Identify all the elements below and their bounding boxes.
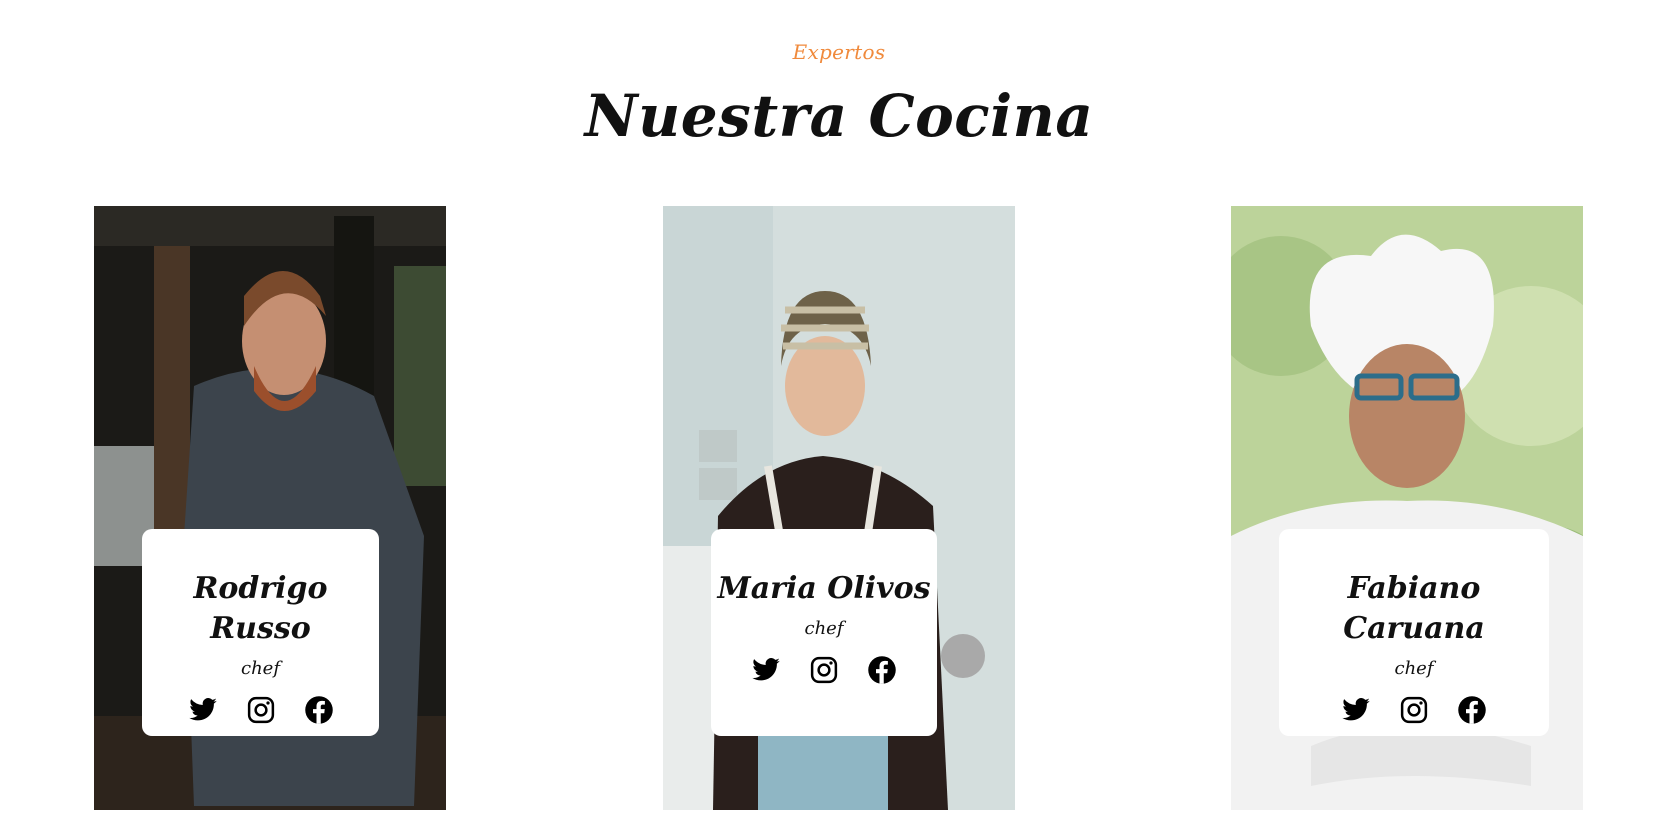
facebook-icon[interactable]	[867, 655, 897, 685]
instagram-icon[interactable]	[809, 655, 839, 685]
section-eyebrow: Expertos	[792, 40, 886, 64]
facebook-icon[interactable]	[1457, 695, 1487, 725]
chef-name: Fabiano Caruana	[1343, 571, 1485, 646]
chef-name: Rodrigo Russo	[193, 571, 328, 646]
chef-info-card: Rodrigo Russo chef	[142, 529, 379, 736]
instagram-icon[interactable]	[1399, 695, 1429, 725]
facebook-icon[interactable]	[304, 695, 334, 725]
chef-info-card: Maria Olivos chef	[711, 529, 937, 736]
chef-card-maria-olivos: Maria Olivos chef	[663, 206, 1015, 810]
chef-role: chef	[241, 658, 280, 679]
chef-name: Maria Olivos	[717, 571, 931, 606]
twitter-icon[interactable]	[1341, 695, 1371, 725]
section-title: Nuestra Cocina	[584, 82, 1094, 150]
social-links	[711, 655, 937, 685]
instagram-icon[interactable]	[246, 695, 276, 725]
social-links	[142, 695, 379, 725]
twitter-icon[interactable]	[751, 655, 781, 685]
twitter-icon[interactable]	[188, 695, 218, 725]
chef-card-rodrigo-russo: Rodrigo Russo chef	[94, 206, 446, 810]
chef-role: chef	[804, 618, 844, 639]
chef-role: chef	[1394, 658, 1434, 679]
chef-card-fabiano-caruana: Fabiano Caruana chef	[1231, 206, 1583, 810]
social-links	[1279, 695, 1549, 725]
chef-info-card: Fabiano Caruana chef	[1279, 529, 1549, 736]
